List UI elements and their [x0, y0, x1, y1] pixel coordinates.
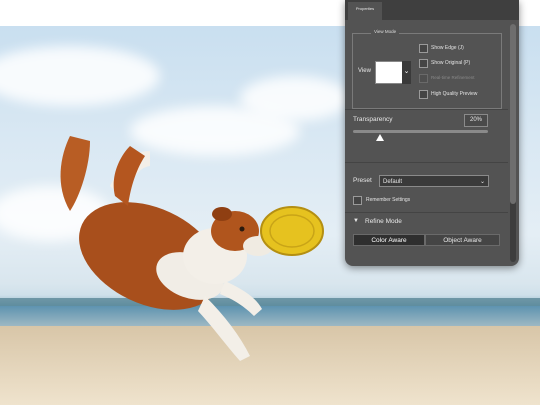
dog-front-leg — [220, 281, 262, 316]
remember-settings-checkbox[interactable] — [353, 196, 362, 205]
divider — [345, 212, 508, 213]
dog-eye — [239, 226, 245, 232]
collapse-arrow-icon[interactable]: ▼ — [353, 218, 359, 224]
realtime-refinement-label: Real-time Refinement — [431, 75, 475, 80]
divider — [345, 109, 508, 110]
refine-mode-label: Refine Mode — [365, 218, 402, 225]
show-original-label: Show Original (P) — [431, 60, 471, 66]
properties-panel: Properties View Mode View ⌄ Show Edge (J… — [345, 0, 519, 266]
view-mode-thumbnail[interactable] — [375, 61, 403, 84]
transparency-value-field[interactable]: 20% — [464, 114, 488, 127]
object-aware-button[interactable]: Object Aware — [425, 234, 500, 246]
high-quality-preview-checkbox[interactable] — [419, 90, 428, 99]
chevron-down-icon[interactable]: ⌄ — [402, 61, 411, 84]
show-edge-label: Show Edge (J) — [431, 45, 464, 51]
transparency-label: Transparency — [353, 116, 393, 123]
divider — [345, 162, 508, 163]
realtime-refinement-checkbox[interactable] — [419, 74, 428, 83]
show-edge-checkbox[interactable] — [419, 44, 428, 53]
scrollbar-thumb[interactable] — [510, 24, 516, 204]
view-mode-title: View Mode — [371, 29, 400, 34]
preset-value: Default — [383, 179, 403, 185]
chevron-down-icon: ⌄ — [479, 179, 485, 185]
view-label: View — [358, 68, 371, 74]
show-original-checkbox[interactable] — [419, 59, 428, 68]
dog-tail — [60, 136, 90, 211]
transparency-slider[interactable] — [353, 130, 488, 133]
tab-properties[interactable]: Properties — [348, 2, 382, 20]
dog-hind-leg — [113, 146, 145, 206]
transparency-slider-thumb[interactable] — [376, 134, 384, 141]
remember-settings-label: Remember Settings — [366, 197, 411, 203]
preset-label: Preset — [353, 177, 372, 184]
color-aware-button[interactable]: Color Aware — [353, 234, 425, 246]
preset-dropdown[interactable]: Default ⌄ — [379, 175, 489, 187]
high-quality-preview-label: High Quality Preview — [431, 91, 478, 97]
panel-tab-bar: Properties — [345, 0, 519, 20]
dog-ear — [212, 207, 232, 221]
